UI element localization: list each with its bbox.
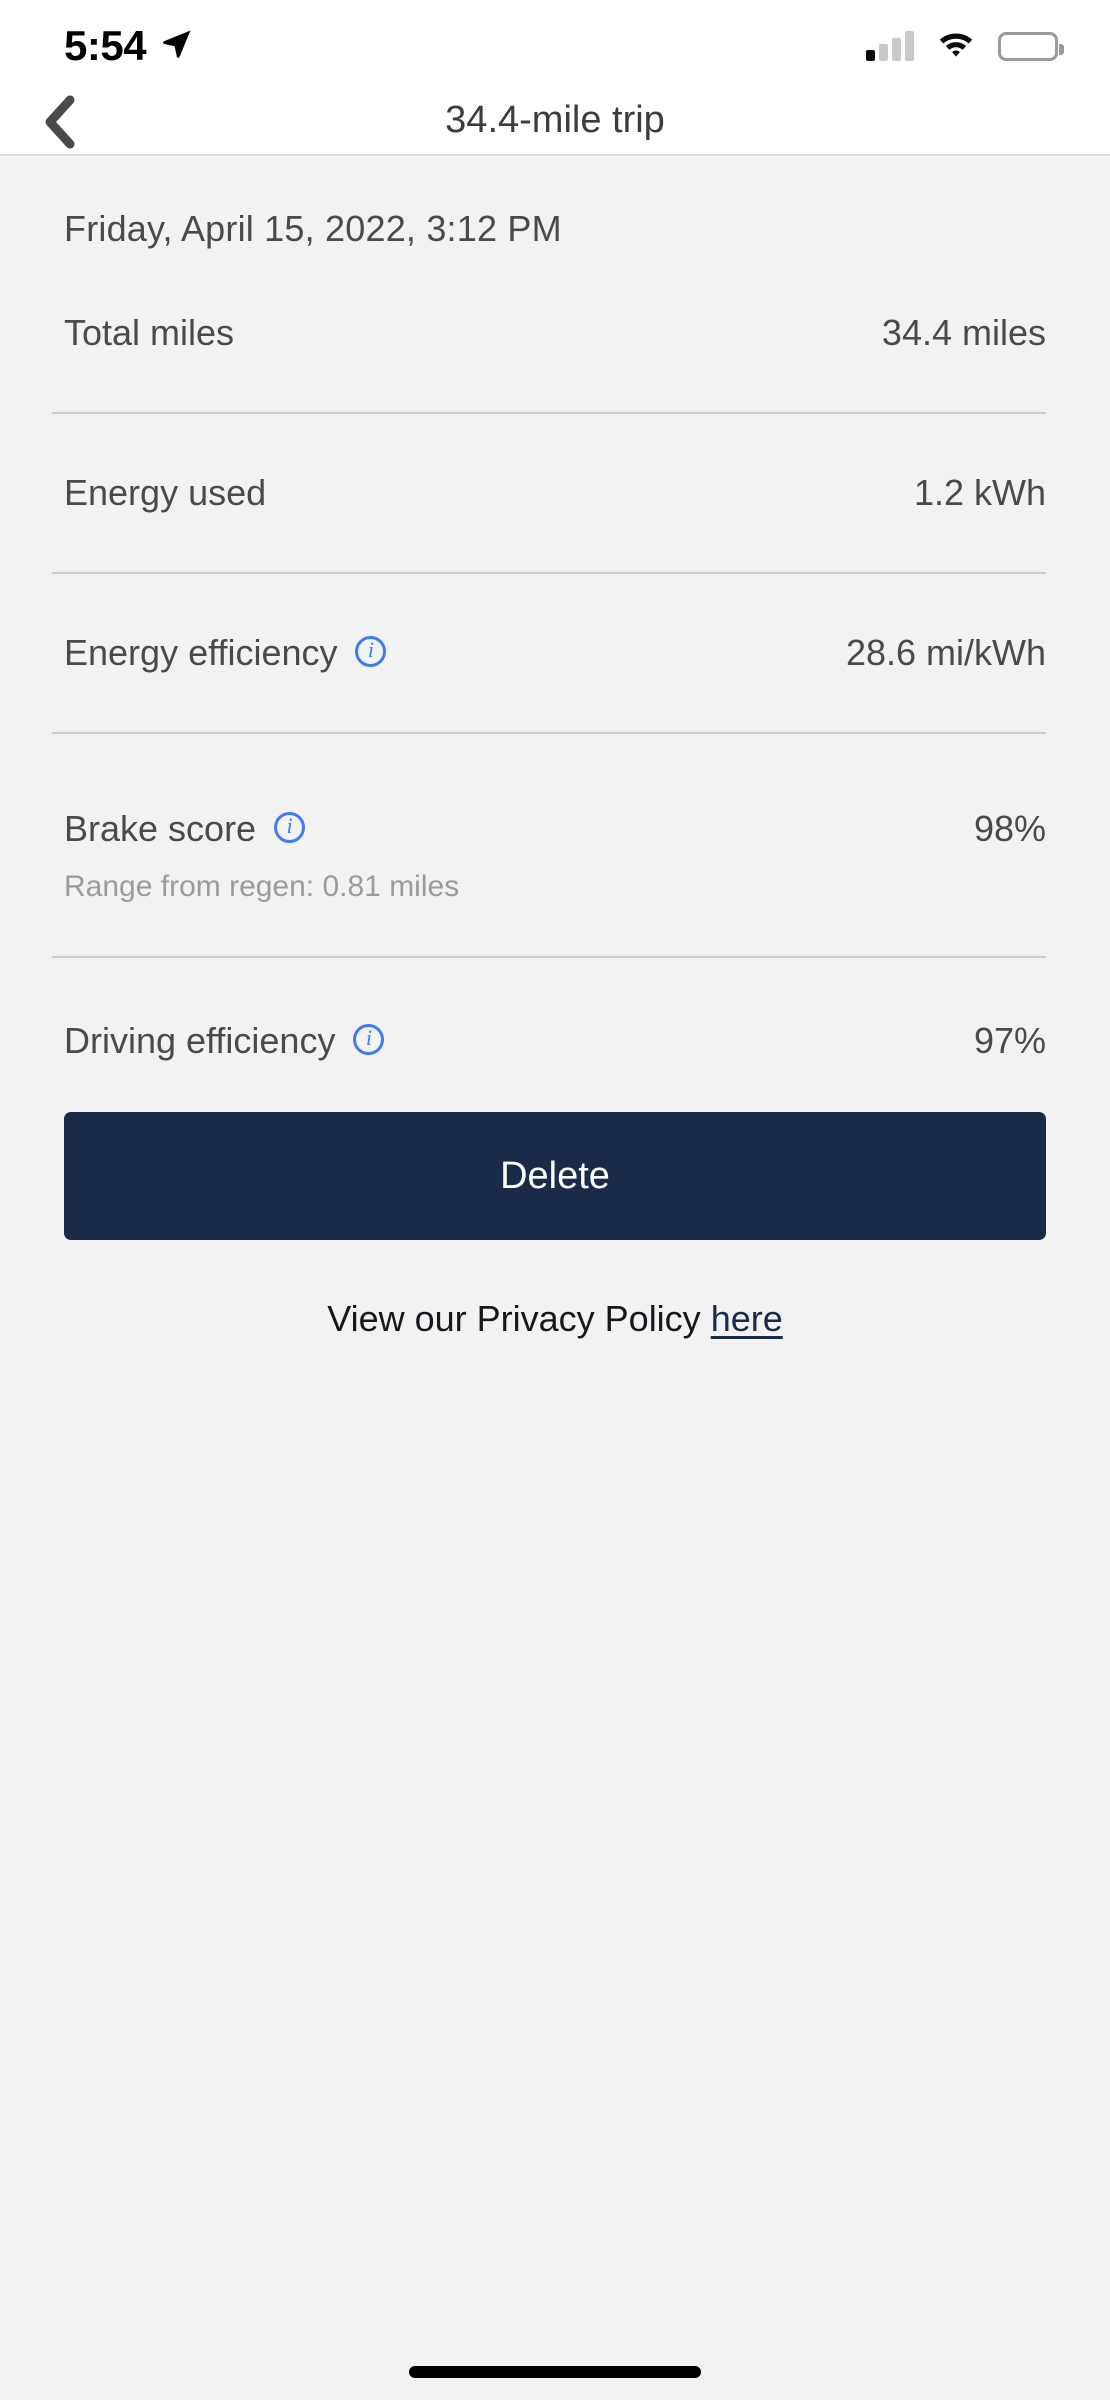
stat-value: 97% xyxy=(973,1020,1046,1061)
stat-row-energy-used: Energy used 1.2 kWh xyxy=(64,414,1046,572)
status-time: 5:54 xyxy=(64,22,147,69)
home-indicator[interactable] xyxy=(409,2366,701,2378)
stat-label-text: Driving efficiency xyxy=(64,1020,336,1061)
stat-value: 28.6 mi/kWh xyxy=(845,632,1046,673)
info-circle-icon[interactable]: i xyxy=(274,811,306,843)
page-title: 34.4-mile trip xyxy=(445,99,665,141)
stat-label-text: Total miles xyxy=(64,312,235,353)
stat-row-driving-efficiency: Driving efficiency i 97% xyxy=(64,958,1046,1062)
delete-button[interactable]: Delete xyxy=(64,1112,1046,1240)
stat-label: Energy efficiency i xyxy=(64,632,387,674)
stat-value: 34.4 miles xyxy=(881,312,1046,353)
nav-header: 34.4-mile trip xyxy=(0,92,1110,156)
stat-label: Driving efficiency i xyxy=(64,1020,385,1062)
privacy-policy-line: View our Privacy Policy here xyxy=(64,1298,1046,1340)
stat-subtext: Range from regen: 0.81 miles xyxy=(64,870,460,903)
status-bar-right xyxy=(866,29,1064,64)
stat-value: 1.2 kWh xyxy=(913,472,1046,513)
location-arrow-icon xyxy=(160,27,194,66)
cellular-signal-icon xyxy=(866,31,914,61)
trip-date: Friday, April 15, 2022, 3:12 PM xyxy=(64,208,562,249)
info-circle-icon[interactable]: i xyxy=(353,1023,385,1055)
stat-label-text: Brake score xyxy=(64,808,257,849)
trip-detail-screen: 5:54 34.4-mile trip Friday, April 15, 20… xyxy=(0,0,1110,2400)
stat-label: Energy used xyxy=(64,472,266,514)
trip-detail-content: Friday, April 15, 2022, 3:12 PM Total mi… xyxy=(0,156,1110,2400)
status-bar-left: 5:54 xyxy=(64,25,194,67)
stat-label: Total miles xyxy=(64,312,234,354)
stat-label-text: Energy used xyxy=(64,472,267,513)
status-bar: 5:54 xyxy=(0,0,1110,92)
privacy-policy-link[interactable]: here xyxy=(711,1298,783,1339)
stat-label: Brake score i xyxy=(64,808,306,850)
stat-value: 98% xyxy=(973,808,1046,849)
stat-row-brake-score: Brake score i 98% Range from regen: 0.81… xyxy=(64,734,1046,956)
stat-row-total-miles: Total miles 34.4 miles xyxy=(64,250,1046,412)
info-circle-icon[interactable]: i xyxy=(355,635,387,667)
stat-label-text: Energy efficiency xyxy=(64,632,338,673)
privacy-policy-text: View our Privacy Policy xyxy=(327,1298,701,1339)
battery-icon xyxy=(998,31,1064,61)
wifi-icon xyxy=(936,29,976,64)
stat-row-energy-efficiency: Energy efficiency i 28.6 mi/kWh xyxy=(64,574,1046,732)
